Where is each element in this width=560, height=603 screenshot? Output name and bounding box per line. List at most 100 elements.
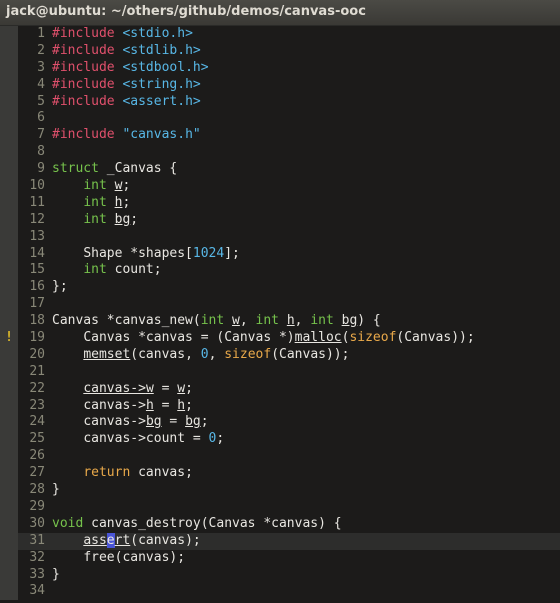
window-titlebar: jack@ubuntu: ~/others/github/demos/canva… (0, 0, 560, 26)
line-number: 30 (29, 515, 45, 531)
code-line[interactable]: 8 (0, 144, 560, 162)
line-number: 14 (29, 245, 45, 261)
line-code[interactable]: Canvas *canvas_new(int w, int h, int bg)… (52, 313, 381, 330)
line-number: 24 (29, 414, 45, 430)
sign-column (0, 482, 18, 499)
code-line[interactable]: 2 #include <stdlib.h> (0, 42, 560, 60)
text-cursor[interactable]: e (106, 532, 115, 548)
code-line[interactable]: 11 int h; (0, 194, 560, 212)
line-code[interactable]: #include <string.h> (52, 77, 201, 94)
code-line[interactable]: 32 free(canvas); (0, 549, 560, 567)
line-code[interactable]: int h; (52, 195, 130, 212)
sign-column (0, 262, 18, 280)
code-line[interactable]: ! 19 Canvas *canvas = (Canvas *)malloc(s… (0, 330, 560, 347)
line-code[interactable]: canvas->count = 0; (52, 431, 224, 448)
sign-column (0, 93, 18, 111)
line-number: 21 (29, 363, 45, 379)
sign-column (0, 566, 18, 584)
line-code[interactable]: } (52, 567, 60, 584)
code-line[interactable]: 13 (0, 228, 560, 246)
line-code[interactable]: Canvas *canvas = (Canvas *)malloc(sizeof… (52, 330, 474, 347)
code-line[interactable]: 22 canvas->w = w; (0, 380, 560, 398)
sign-column (0, 76, 18, 94)
sign-column (0, 161, 18, 179)
code-line[interactable]: 27 return canvas; (0, 465, 560, 483)
code-line[interactable]: 25 canvas->count = 0; (0, 431, 560, 449)
code-line[interactable]: 33 } (0, 566, 560, 584)
line-code[interactable]: return canvas; (52, 465, 193, 482)
sign-column (0, 42, 18, 60)
line-number: 8 (37, 144, 45, 160)
line-code[interactable]: int bg; (52, 212, 138, 229)
line-number: 3 (37, 59, 45, 75)
sign-column (0, 431, 18, 449)
code-line[interactable]: 18 Canvas *canvas_new(int w, int h, int … (0, 313, 560, 331)
sign-column (0, 211, 18, 229)
code-line[interactable]: 1 #include <stdio.h> (0, 26, 560, 43)
code-line[interactable]: 5 #include <assert.h> (0, 93, 560, 111)
line-number: 16 (29, 279, 45, 295)
code-line[interactable]: 30 void canvas_destroy(Canvas *canvas) { (0, 515, 560, 533)
code-line[interactable]: 23 canvas->h = h; (0, 397, 560, 415)
line-number: 22 (29, 380, 45, 396)
line-code[interactable]: int count; (52, 262, 161, 279)
sign-column (0, 532, 18, 550)
line-code[interactable]: }; (52, 279, 68, 296)
current-line[interactable]: 31 assert(canvas); (0, 532, 560, 550)
line-code[interactable]: #include <assert.h> (52, 94, 201, 111)
line-number: 34 (29, 583, 45, 599)
code-line[interactable]: 28 } (0, 482, 560, 499)
code-line[interactable]: 6 (0, 110, 560, 128)
line-number: 27 (29, 465, 45, 481)
line-code[interactable]: #include <stdio.h> (52, 26, 193, 43)
sign-column (0, 296, 18, 314)
sign-column (0, 228, 18, 246)
sign-column (0, 397, 18, 415)
code-line[interactable]: 10 int w; (0, 178, 560, 195)
code-line[interactable]: 34 (0, 583, 560, 601)
sign-column (0, 59, 18, 77)
line-code[interactable]: #include "canvas.h" (52, 127, 201, 144)
code-line[interactable]: 7 #include "canvas.h" (0, 127, 560, 145)
line-code[interactable]: assert(canvas); (52, 532, 201, 550)
code-line[interactable]: 21 (0, 363, 560, 381)
line-number: 25 (29, 431, 45, 447)
line-number: 13 (29, 228, 45, 244)
sign-column (0, 515, 18, 533)
line-code[interactable]: #include <stdbool.h> (52, 60, 209, 77)
code-line[interactable]: 12 int bg; (0, 211, 560, 229)
sign-column (0, 110, 18, 128)
line-code[interactable]: } (52, 482, 60, 499)
line-code[interactable]: struct _Canvas { (52, 161, 177, 178)
line-code[interactable]: Shape *shapes[1024]; (52, 246, 240, 263)
line-number: 7 (37, 127, 45, 143)
line-code[interactable]: int w; (52, 178, 130, 195)
line-code[interactable]: canvas->w = w; (52, 381, 193, 398)
code-line[interactable]: 29 (0, 498, 560, 516)
code-line[interactable]: 4 #include <string.h> (0, 76, 560, 94)
code-line[interactable]: 20 memset(canvas, 0, sizeof(Canvas)); (0, 346, 560, 364)
line-number: 23 (29, 397, 45, 413)
line-code[interactable]: memset(canvas, 0, sizeof(Canvas)); (52, 347, 349, 364)
code-line[interactable]: 17 (0, 296, 560, 314)
line-code[interactable]: void canvas_destroy(Canvas *canvas) { (52, 516, 342, 533)
warning-sign-icon[interactable]: ! (0, 330, 18, 347)
code-line[interactable]: 15 int count; (0, 262, 560, 280)
code-line[interactable]: 14 Shape *shapes[1024]; (0, 245, 560, 263)
line-code[interactable]: canvas->h = h; (52, 398, 193, 415)
code-line[interactable]: 24 canvas->bg = bg; (0, 414, 560, 432)
line-code[interactable]: #include <stdlib.h> (52, 43, 201, 60)
line-code[interactable]: free(canvas); (52, 550, 185, 567)
line-code[interactable]: canvas->bg = bg; (52, 414, 208, 431)
code-editor[interactable]: 1 #include <stdio.h> 2 #include <stdlib.… (0, 26, 560, 603)
line-number: 17 (29, 296, 45, 312)
code-line[interactable]: 9 struct _Canvas { (0, 161, 560, 179)
line-number: 29 (29, 498, 45, 514)
code-line[interactable]: 3 #include <stdbool.h> (0, 59, 560, 77)
sign-column (0, 583, 18, 601)
line-number: 31 (29, 532, 45, 548)
code-line[interactable]: 16 }; (0, 279, 560, 297)
line-number: 33 (29, 566, 45, 582)
code-line[interactable]: 26 (0, 448, 560, 466)
line-number: 20 (29, 346, 45, 362)
